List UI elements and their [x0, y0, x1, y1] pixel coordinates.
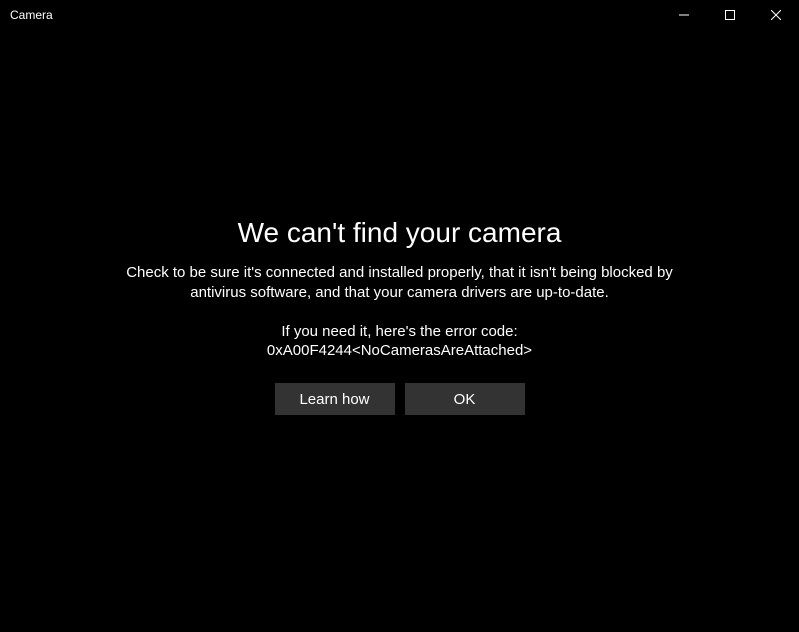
error-heading: We can't find your camera — [238, 217, 562, 249]
button-row: Learn how OK — [275, 383, 525, 415]
error-code: 0xA00F4244<NoCamerasAreAttached> — [267, 342, 532, 359]
error-content: We can't find your camera Check to be su… — [0, 0, 799, 632]
error-description: Check to be sure it's connected and inst… — [120, 263, 680, 304]
error-code-prompt: If you need it, here's the error code: — [281, 323, 517, 340]
learn-how-button[interactable]: Learn how — [275, 383, 395, 415]
ok-button[interactable]: OK — [405, 383, 525, 415]
